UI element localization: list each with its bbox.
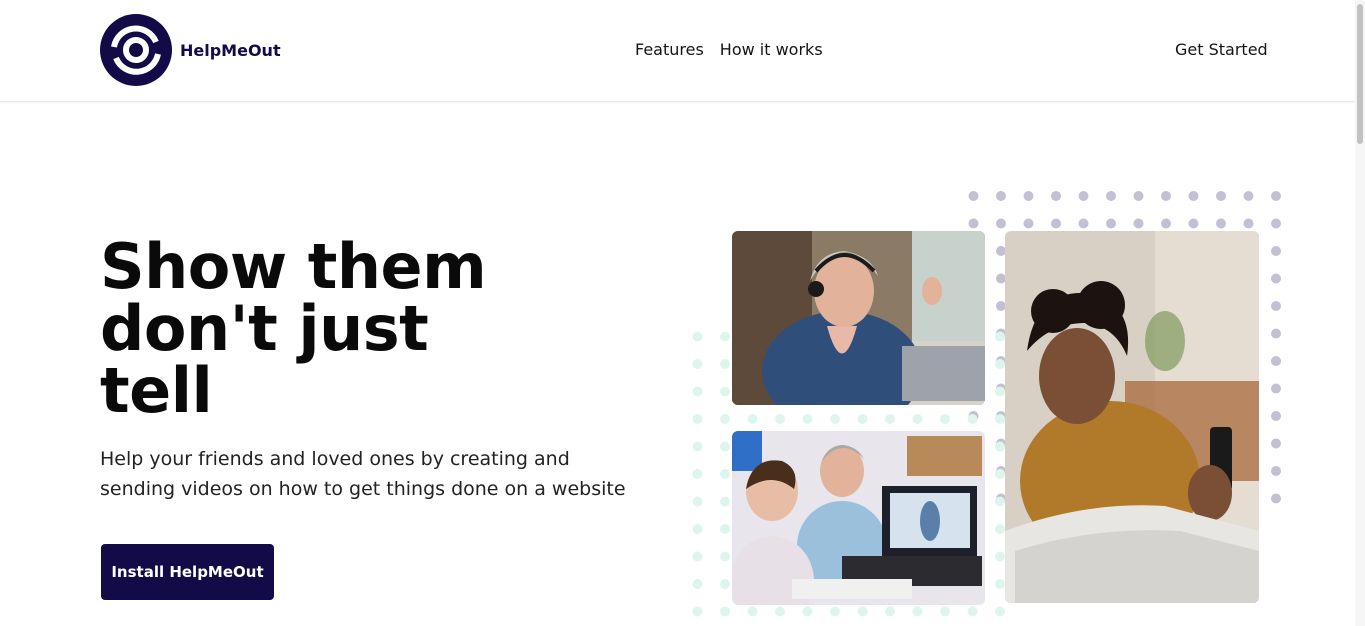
helpmeout-logo-icon [100, 14, 172, 86]
brand-name: HelpMeOut [180, 40, 281, 60]
get-started-link[interactable]: Get Started [1175, 40, 1268, 60]
install-button[interactable]: Install HelpMeOut [101, 544, 274, 600]
woman-smiling-phone-photo [1005, 231, 1259, 603]
navbar: HelpMeOut Features How it works Get Star… [0, 0, 1365, 102]
nav-link-features[interactable]: Features [635, 40, 704, 60]
man-and-boy-laptop-photo [732, 431, 985, 605]
hero-headline: Show them don't just tell [100, 236, 520, 422]
woman-with-headphones-photo [732, 231, 985, 405]
scrollbar-thumb[interactable] [1357, 4, 1363, 144]
page-scrollbar[interactable] [1355, 0, 1365, 626]
nav-link-how-it-works[interactable]: How it works [720, 40, 823, 60]
hero-subtext: Help your friends and loved ones by crea… [100, 448, 626, 500]
brand[interactable]: HelpMeOut [100, 14, 281, 86]
headline-line: tell [100, 354, 213, 427]
main-nav: Features How it works [635, 40, 823, 60]
